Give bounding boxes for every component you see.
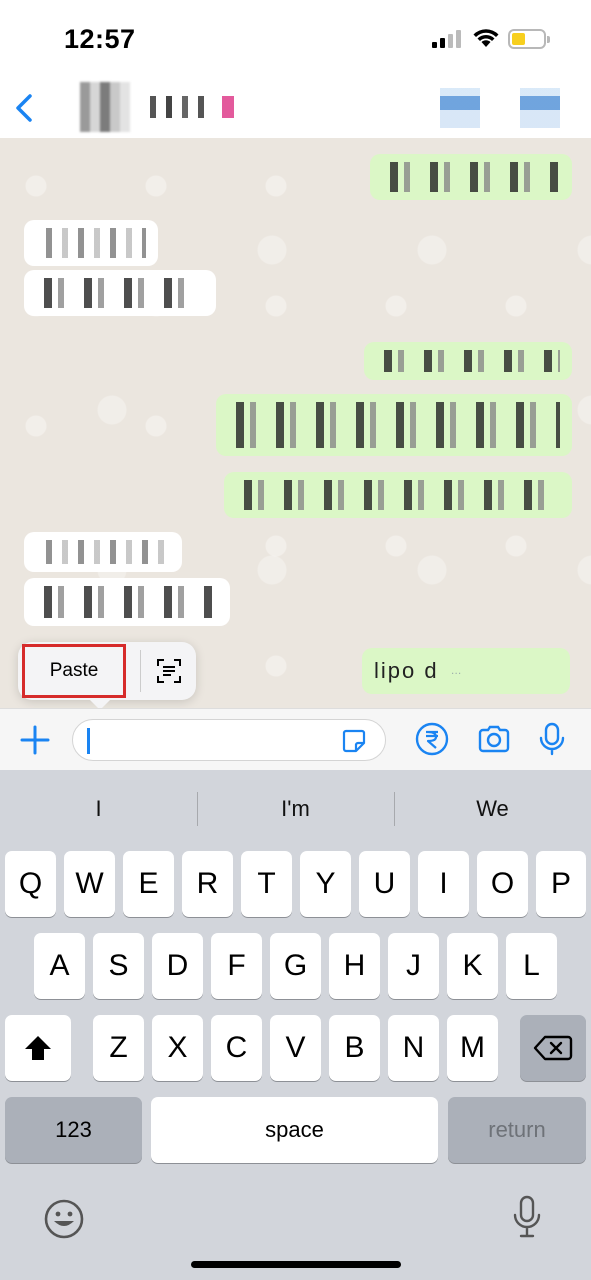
emoji-icon[interactable] — [43, 1198, 85, 1240]
message-input[interactable] — [72, 719, 386, 761]
key[interactable]: D — [152, 933, 203, 999]
message-input-bar — [0, 708, 591, 770]
wifi-icon — [473, 29, 499, 47]
home-indicator[interactable] — [191, 1261, 401, 1268]
message-text: lipo d — [374, 658, 439, 683]
divider — [140, 650, 141, 692]
outgoing-message[interactable] — [224, 472, 572, 518]
redacted-text — [376, 350, 560, 372]
key[interactable]: T — [241, 851, 292, 917]
backspace-icon — [533, 1035, 573, 1061]
outgoing-message[interactable]: lipo d … — [362, 648, 570, 694]
cellular-signal-icon — [432, 30, 462, 48]
key[interactable]: U — [359, 851, 410, 917]
shift-key[interactable] — [5, 1015, 71, 1081]
key[interactable]: N — [388, 1015, 439, 1081]
redacted-text — [382, 162, 560, 192]
paste-button[interactable]: Paste — [22, 644, 126, 698]
scan-text-icon[interactable] — [154, 656, 184, 686]
key[interactable]: X — [152, 1015, 203, 1081]
space-key[interactable]: space — [151, 1097, 438, 1163]
microphone-icon[interactable] — [534, 721, 570, 757]
rupee-icon[interactable] — [414, 721, 450, 757]
key[interactable]: H — [329, 933, 380, 999]
redacted-text — [36, 540, 170, 564]
redacted-text — [36, 228, 146, 258]
key[interactable]: L — [506, 933, 557, 999]
outgoing-message[interactable] — [216, 394, 572, 456]
contact-name[interactable] — [150, 96, 250, 118]
incoming-message[interactable] — [24, 220, 158, 266]
key[interactable]: V — [270, 1015, 321, 1081]
edit-menu-popup: Paste — [18, 642, 196, 710]
key[interactable]: K — [447, 933, 498, 999]
chat-area[interactable]: lipo d … — [0, 138, 591, 710]
redacted-text — [236, 480, 560, 510]
video-call-icon[interactable] — [440, 88, 480, 128]
incoming-message[interactable] — [24, 578, 230, 626]
status-time: 12:57 — [64, 24, 136, 54]
key[interactable]: Q — [5, 851, 56, 917]
dictation-microphone-icon[interactable] — [510, 1194, 544, 1240]
key[interactable]: J — [388, 933, 439, 999]
chevron-left-icon[interactable] — [10, 88, 40, 128]
key[interactable]: W — [64, 851, 115, 917]
keyboard: I I'm We Q W E R T Y U I O P A S D F G H… — [0, 770, 591, 1280]
key[interactable]: P — [536, 851, 586, 917]
suggestion-1[interactable]: I — [0, 788, 197, 830]
status-bar: 12:57 — [0, 0, 591, 80]
key[interactable]: O — [477, 851, 528, 917]
key[interactable]: A — [34, 933, 85, 999]
key[interactable]: S — [93, 933, 144, 999]
outgoing-message[interactable] — [370, 154, 572, 200]
chat-header — [0, 80, 591, 138]
suggestion-3[interactable]: We — [394, 788, 591, 830]
redacted-text — [36, 586, 218, 618]
message-meta: … — [450, 665, 462, 677]
key[interactable]: F — [211, 933, 262, 999]
shift-icon — [25, 1036, 51, 1060]
key[interactable]: G — [270, 933, 321, 999]
key[interactable]: B — [329, 1015, 380, 1081]
suggestion-2[interactable]: I'm — [197, 788, 394, 830]
incoming-message[interactable] — [24, 270, 216, 316]
key[interactable]: Y — [300, 851, 351, 917]
battery-icon — [508, 29, 550, 49]
redacted-text — [36, 278, 204, 308]
key[interactable]: I — [418, 851, 469, 917]
key[interactable]: C — [211, 1015, 262, 1081]
key[interactable]: M — [447, 1015, 498, 1081]
redacted-text — [228, 402, 560, 448]
backspace-key[interactable] — [520, 1015, 586, 1081]
incoming-message[interactable] — [24, 532, 182, 572]
outgoing-message[interactable] — [364, 342, 572, 380]
key[interactable]: Z — [93, 1015, 144, 1081]
text-caret — [87, 728, 90, 754]
key[interactable]: R — [182, 851, 233, 917]
voice-call-icon[interactable] — [520, 88, 560, 128]
numbers-key[interactable]: 123 — [5, 1097, 142, 1163]
sticker-icon[interactable] — [341, 728, 367, 754]
camera-icon[interactable] — [476, 721, 512, 757]
avatar[interactable] — [80, 82, 130, 132]
return-key[interactable]: return — [448, 1097, 586, 1163]
key[interactable]: E — [123, 851, 174, 917]
plus-icon[interactable] — [18, 723, 52, 757]
